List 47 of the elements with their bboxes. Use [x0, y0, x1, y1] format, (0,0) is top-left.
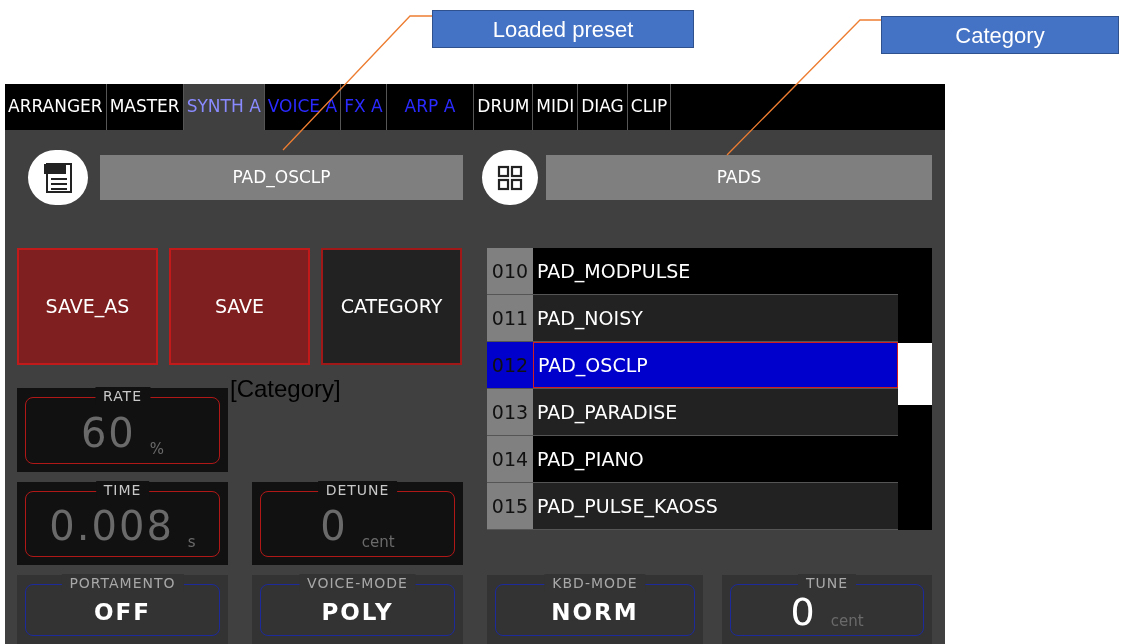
- control-panel[interactable]: RATE 60 %: [17, 388, 228, 472]
- preset-name: PAD_PULSE_KAOSS: [533, 483, 898, 529]
- control-value: 0.008: [49, 506, 174, 546]
- tab[interactable]: ARRANGER: [5, 84, 107, 130]
- unit-label: %: [149, 442, 165, 457]
- preset-number: 011: [487, 295, 533, 341]
- preset-number: 014: [487, 436, 533, 482]
- scrollbar[interactable]: [898, 248, 932, 530]
- control-panel[interactable]: PORTAMENTO OFF: [17, 575, 228, 644]
- unit-label: cent: [361, 535, 395, 550]
- callout-label: Category: [881, 16, 1119, 54]
- control-value: 0: [320, 506, 348, 546]
- preset-field[interactable]: PAD_OSCLP: [100, 155, 463, 200]
- preset-number: 015: [487, 483, 533, 529]
- preset-row[interactable]: 011 PAD_NOISY: [487, 295, 898, 342]
- control-value: NORM: [551, 600, 639, 624]
- preset-number: 010: [487, 248, 533, 294]
- preset-name: PAD_NOISY: [533, 295, 898, 341]
- preset-row[interactable]: 014 PAD_PIANO: [487, 436, 898, 483]
- preset-name: PAD_MODPULSE: [533, 248, 898, 294]
- preset-name: PAD_OSCLP: [533, 342, 898, 388]
- unit-label: s: [187, 535, 196, 550]
- preset-icon[interactable]: [28, 150, 88, 205]
- control-value: OFF: [94, 600, 151, 624]
- grid-icon[interactable]: [482, 150, 538, 205]
- action-button[interactable]: CATEGORY: [321, 248, 462, 365]
- category-field[interactable]: PADS: [546, 155, 932, 200]
- preset-row[interactable]: 010 PAD_MODPULSE: [487, 248, 898, 295]
- preset-row[interactable]: 015 PAD_PULSE_KAOSS: [487, 483, 898, 530]
- action-button[interactable]: SAVE_AS: [17, 248, 158, 365]
- callout-label: Loaded preset: [432, 10, 694, 48]
- scrollbar-thumb[interactable]: [898, 343, 932, 405]
- control-panel[interactable]: KBD-MODE NORM: [487, 575, 703, 644]
- control-value: 0: [790, 593, 817, 631]
- control-panel[interactable]: TIME 0.008 s: [17, 482, 228, 565]
- preset-name: PAD_PARADISE: [533, 389, 898, 435]
- control-value: 60: [80, 412, 136, 453]
- preset-row[interactable]: 012 PAD_OSCLP: [487, 342, 898, 389]
- preset-row[interactable]: 013 PAD_PARADISE: [487, 389, 898, 436]
- tab[interactable]: SYNTH A: [183, 84, 265, 130]
- preset-number: 013: [487, 389, 533, 435]
- control-value: POLY: [321, 600, 394, 624]
- control-panel[interactable]: DETUNE 0 cent: [252, 482, 463, 565]
- action-button[interactable]: SAVE: [169, 248, 310, 365]
- category-note: [Category]: [230, 374, 341, 404]
- preset-name: PAD_PIANO: [533, 436, 898, 482]
- control-panel[interactable]: VOICE-MODE POLY: [252, 575, 463, 644]
